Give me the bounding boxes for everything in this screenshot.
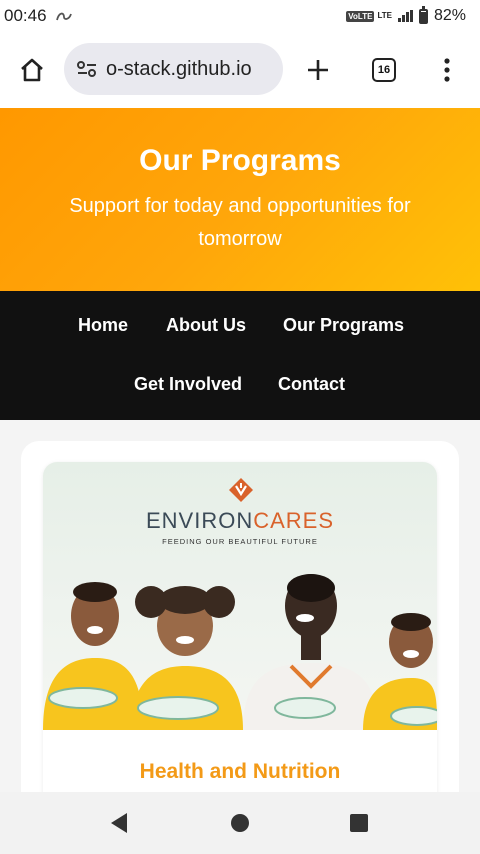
brand-wordmark: ENVIRONCARES [43,508,437,534]
address-bar[interactable]: o-stack.github.io [64,43,283,95]
program-card[interactable]: ENVIRONCARES FEEDING OUR BEAUTIFUL FUTUR… [43,462,437,792]
nav-about-us[interactable]: About Us [166,315,246,336]
program-card-container: ENVIRONCARES FEEDING OUR BEAUTIFUL FUTUR… [21,441,459,792]
home-circle-icon[interactable] [229,812,251,834]
brand-main: ENVIRON [145,508,254,533]
new-tab-plus-icon[interactable] [302,54,334,86]
back-icon[interactable] [108,811,130,835]
volte-badge: VoLTE [346,10,375,22]
environ-cares-logo-icon [229,478,253,502]
programs-section: ENVIRONCARES FEEDING OUR BEAUTIFUL FUTUR… [0,420,480,792]
tab-switcher-icon[interactable]: 16 [368,54,400,86]
children-eating-illustration [43,574,437,730]
page-subtitle: Support for today and opportunities for … [69,195,411,250]
nav-our-programs[interactable]: Our Programs [283,315,404,336]
status-bar: 00:46 VoLTE LTE 82% [0,0,480,32]
status-left: 00:46 [4,6,73,26]
site-settings-icon[interactable] [76,60,98,78]
home-icon[interactable] [14,54,50,86]
brand-accent: CARES [253,508,335,533]
hero-banner: Our Programs Support for today and oppor… [0,108,480,291]
main-nav: Home About Us Our Programs Get Involved … [0,291,480,420]
url-text[interactable]: o-stack.github.io [106,58,252,81]
program-title: Health and Nutrition [139,760,341,783]
tab-count[interactable]: 16 [372,58,396,82]
status-right: VoLTE LTE 82% [346,5,466,25]
nav-get-involved[interactable]: Get Involved [134,374,242,395]
program-image: ENVIRONCARES FEEDING OUR BEAUTIFUL FUTUR… [43,462,437,730]
status-time: 00:46 [4,6,47,25]
swirl-notification-icon [55,12,72,21]
lte-label: LTE [377,11,392,20]
browser-toolbar: o-stack.github.io 16 [0,32,480,108]
page-title: Our Programs [139,144,341,177]
battery-percent: 82% [433,7,466,24]
system-nav-bar [0,792,480,854]
signal-icon [397,10,413,22]
brand-tagline: FEEDING OUR BEAUTIFUL FUTURE [162,537,318,546]
nav-home[interactable]: Home [78,315,128,336]
battery-icon [418,5,428,24]
recents-square-icon[interactable] [348,812,370,834]
more-vert-icon[interactable] [434,54,460,86]
nav-contact[interactable]: Contact [278,374,345,395]
